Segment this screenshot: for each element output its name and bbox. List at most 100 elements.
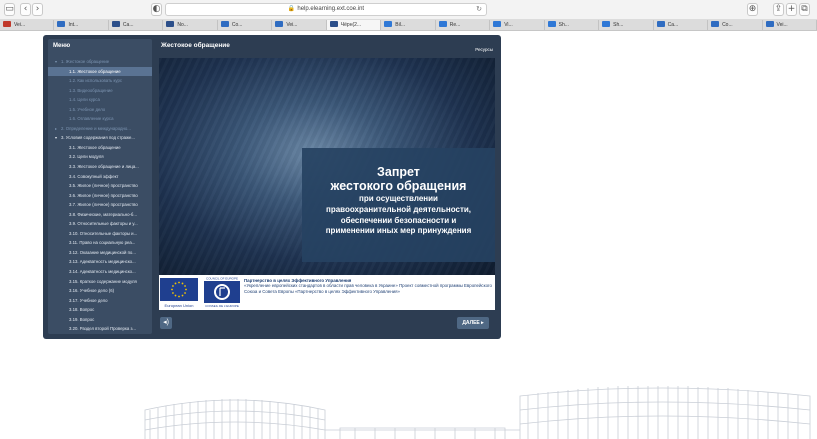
menu-item[interactable]: 3.18. Вопрос	[48, 305, 152, 315]
menu-item[interactable]: 3.12. Оказание медицинской по...	[48, 248, 152, 258]
menu-item[interactable]: 3.3. Жестокое обращение и лица...	[48, 162, 152, 172]
menu-item[interactable]: 1.3. Видеообращение	[48, 86, 152, 96]
menu-item-label: 1.2. Как использовать курс	[69, 78, 123, 84]
menu-item-label: 3.15. Краткое содержание модуля	[69, 278, 137, 284]
favicon-icon	[57, 21, 66, 27]
menu-item[interactable]: 3.1. Жестокое обращение	[48, 143, 152, 153]
menu-item[interactable]: ▸ 2. Определение и международно...	[48, 124, 152, 134]
menu-item-label: 3.8. Физические, материально-б...	[69, 211, 137, 217]
menu-item[interactable]: 3.15. Краткое содержание модуля	[48, 277, 152, 287]
menu-item-label: 3.19. Вопрос	[69, 316, 95, 322]
browser-tab[interactable]: Bil...	[381, 20, 436, 30]
menu-item[interactable]: 3.14. Адекватность медицинско...	[48, 267, 152, 277]
reload-icon[interactable]: ↻	[476, 4, 482, 15]
menu-item-label: 3.1. Жестокое обращение	[69, 144, 121, 150]
browser-tab[interactable]: Re...	[436, 20, 491, 30]
menu-item[interactable]: 3.17. Учебное дело	[48, 296, 152, 306]
coe-bottom-caption: CONSEIL DE L'EUROPE	[205, 304, 239, 308]
browser-tab[interactable]: Ca...	[654, 20, 709, 30]
coe-top-caption: COUNCIL OF EUROPE	[206, 277, 238, 281]
eu-star-icon	[178, 281, 180, 284]
browser-tab[interactable]: Vei...	[272, 20, 327, 30]
browser-tab-label: Bil...	[395, 22, 405, 28]
favicon-icon	[275, 21, 284, 27]
menu-item[interactable]: 1.6. Оглавление курса	[48, 114, 152, 124]
favicon-icon	[111, 21, 120, 27]
browser-tab-label: Co...	[231, 22, 243, 28]
menu-item[interactable]: 3.19. Вопрос	[48, 315, 152, 325]
menu-item[interactable]: 1.5. Учебное дело	[48, 105, 152, 115]
browser-tab-label: Vi...	[504, 22, 513, 28]
new-tab-button[interactable]: +	[786, 3, 797, 16]
menu-item-label: 3.5. Жилое (личное) пространство	[69, 183, 138, 189]
menu-item-label: 3.20. Раздел второй Проверка з...	[69, 326, 137, 332]
shield-icon[interactable]: ◐	[151, 3, 162, 16]
menu-item-label: 3.10. Относительные факторы и...	[69, 230, 138, 236]
menu-sidebar: Меню ▾ 1. Жестокое обращение 1.1. Жестокое…	[48, 39, 152, 334]
menu-list: ▾ 1. Жестокое обращение 1.1. Жестокое обра…	[48, 57, 152, 334]
browser-tab[interactable]: Co...	[218, 20, 273, 30]
favicon-icon	[765, 21, 774, 27]
menu-item[interactable]: 3.9. Относительные факторы и у...	[48, 219, 152, 229]
sidebar-toggle-icon[interactable]: ▭	[4, 3, 15, 16]
browser-tab[interactable]: Vei...	[0, 20, 55, 30]
menu-item-label: 1.4. Цели курса	[69, 97, 100, 103]
eu-flag-logo: European Union	[160, 278, 198, 308]
eu-star-icon	[172, 285, 174, 287]
favicon-icon	[166, 21, 175, 27]
menu-item-label: 1.3. Видеообращение	[69, 87, 113, 93]
browser-tab[interactable]: No...	[163, 20, 218, 30]
menu-item[interactable]: 1.4. Цели курса	[48, 95, 152, 105]
favicon-icon	[602, 21, 611, 27]
forward-button[interactable]: ›	[32, 3, 43, 16]
menu-item[interactable]: 3.13. Адекватность медицинско...	[48, 257, 152, 267]
menu-item[interactable]: 3.16. Учебное дело (6)	[48, 286, 152, 296]
browser-tab-label: Co...	[722, 22, 733, 28]
browser-tab[interactable]: Чёрн(2...	[326, 20, 382, 30]
sound-toggle-button[interactable]: ◂)	[160, 317, 172, 329]
menu-item[interactable]: 3.10. Относительные факторы и...	[48, 229, 152, 239]
tab-bar: Vei... Int... Ca... No... Co... Vei... Чёрн(2.…	[0, 19, 817, 31]
browser-tab[interactable]: Vi...	[490, 20, 545, 30]
favicon-icon	[3, 21, 11, 27]
back-button[interactable]: ‹	[20, 3, 31, 16]
address-bar[interactable]: 🔒 help.elearning.ext.coe.int ↻	[165, 3, 487, 16]
resources-link[interactable]: Ресурсы	[475, 47, 493, 52]
menu-item[interactable]: 3.2. Цели модуля	[48, 152, 152, 162]
menu-item-label: 3.17. Учебное дело	[69, 297, 108, 303]
menu-item[interactable]: 3.11. Право на социальную реа...	[48, 238, 152, 248]
eu-star-icon	[185, 288, 187, 291]
favicon-icon	[220, 21, 229, 27]
menu-title: Меню	[53, 43, 71, 49]
slide-subline-3: обеспечении безопасности и	[340, 215, 457, 225]
download-icon[interactable]: ⊕	[747, 3, 758, 16]
browser-tab[interactable]: Sh...	[545, 20, 600, 30]
menu-item[interactable]: ▾ 1. Жестокое обращение	[48, 57, 152, 67]
menu-item[interactable]: 1.2. Как использовать курс	[48, 76, 152, 86]
menu-item[interactable]: 3.6. Жилое (личное) пространство	[48, 191, 152, 201]
menu-item[interactable]: 3.7. Жилое (личное) пространство	[48, 200, 152, 210]
slide-heading-line1: Запрет	[377, 165, 420, 179]
menu-item[interactable]: 3.5. Жилое (личное) пространство	[48, 181, 152, 191]
browser-tab[interactable]: Int...	[54, 20, 109, 30]
menu-item-label: 3.14. Адекватность медицинско...	[69, 269, 136, 275]
tab-overview-icon[interactable]: ⧉	[799, 3, 810, 16]
browser-tab[interactable]: Ca...	[109, 20, 164, 30]
menu-item[interactable]: 1.1. Жестокое обращение	[48, 66, 152, 77]
favicon-icon	[656, 21, 665, 27]
menu-item[interactable]: ▾ 3. Условия содержания под страже...	[48, 133, 152, 143]
slide-text-box: Запрет жестокого обращения при осуществл…	[302, 148, 495, 262]
next-button[interactable]: ДАЛЕЕ ▸	[457, 317, 489, 329]
menu-item-label: 3.9. Относительные факторы и у...	[69, 221, 138, 227]
menu-item[interactable]: 3.20. Раздел второй Проверка з...	[48, 324, 152, 334]
browser-tab[interactable]: Co...	[708, 20, 763, 30]
eu-star-icon	[184, 292, 186, 294]
share-icon[interactable]: ⇪	[773, 3, 784, 16]
menu-item[interactable]: 3.4. Совокупный эффект	[48, 172, 152, 182]
browser-tab-label: Int...	[68, 22, 79, 28]
browser-tab[interactable]: Vei...	[763, 20, 817, 30]
slide-subline-4: применении иных мер принуждения	[325, 226, 472, 236]
menu-item[interactable]: 3.8. Физические, материально-б...	[48, 210, 152, 220]
address-text: help.elearning.ext.coe.int	[297, 6, 365, 12]
browser-tab[interactable]: Sh...	[599, 20, 654, 30]
